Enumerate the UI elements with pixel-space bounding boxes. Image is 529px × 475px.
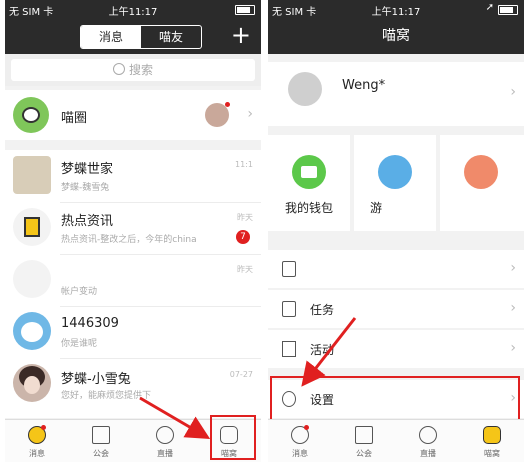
annotation-arrows	[139, 317, 357, 440]
arrow-to-settings	[301, 317, 357, 387]
arrow-to-home-tab	[139, 396, 211, 440]
